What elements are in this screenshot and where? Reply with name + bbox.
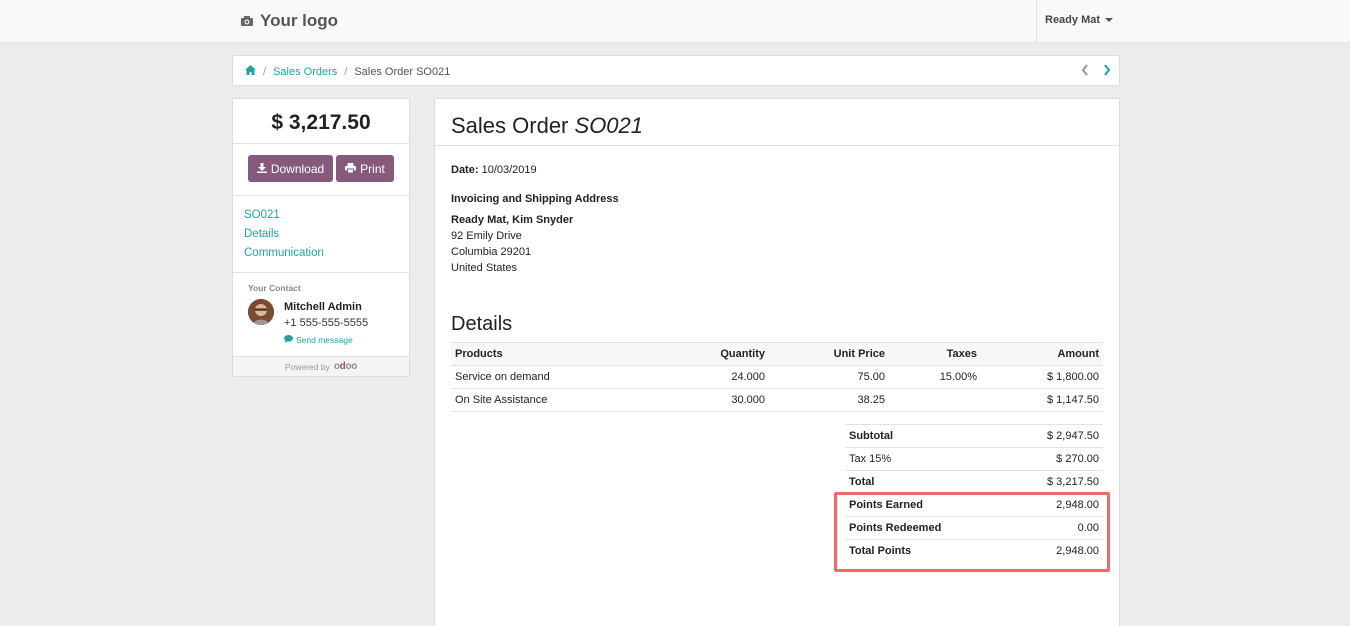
divider	[435, 145, 1119, 146]
company-logo[interactable]: Your logo	[240, 10, 338, 32]
camera-icon	[240, 15, 254, 27]
record-pager	[1081, 64, 1111, 79]
chevron-left-icon[interactable]	[1081, 64, 1089, 79]
totals-label: Total Points	[849, 545, 912, 558]
table-row: Service on demand 24.000 75.00 15.00% $ …	[451, 365, 1103, 389]
points-earned-row: Points Earned 2,948.00	[845, 493, 1103, 517]
divider	[233, 272, 409, 273]
odoo-logo[interactable]: odoo	[334, 361, 358, 372]
breadcrumb-separator: /	[344, 65, 348, 78]
product-cell: Service on demand	[451, 365, 691, 389]
print-button[interactable]: Print	[336, 155, 394, 182]
breadcrumb-sales-orders[interactable]: Sales Orders	[273, 66, 337, 78]
product-cell: On Site Assistance	[451, 388, 691, 412]
address-line: 92 Emily Drive	[451, 230, 522, 242]
order-sidebar: $ 3,217.50 Download Print SO021 Details …	[232, 98, 410, 377]
divider	[233, 143, 409, 144]
amount-cell: $ 1,147.50	[981, 388, 1103, 412]
caret-down-icon	[1105, 18, 1114, 22]
date-label: Date:	[451, 164, 479, 176]
user-menu[interactable]: Ready Mat	[1045, 14, 1114, 26]
quantity-cell: 24.000	[691, 365, 769, 389]
order-total-amount: $ 3,217.50	[271, 111, 371, 134]
total-row: Total $ 3,217.50	[845, 470, 1103, 494]
breadcrumb: / Sales Orders / Sales Order SO021	[232, 55, 1120, 86]
contact-section-title: Your Contact	[248, 283, 301, 293]
table-header-row: Products Quantity Unit Price Taxes Amoun…	[451, 342, 1103, 366]
comment-icon	[284, 335, 293, 345]
column-header: Unit Price	[769, 342, 889, 366]
download-icon	[256, 162, 267, 176]
column-header: Amount	[981, 342, 1103, 366]
nav-link-details[interactable]: Details	[244, 227, 324, 242]
avatar	[248, 299, 274, 325]
address-block: Ready Mat, Kim Snyder 92 Emily Drive Col…	[451, 212, 573, 276]
order-lines-table: Products Quantity Unit Price Taxes Amoun…	[451, 342, 1103, 412]
chevron-right-icon[interactable]	[1103, 64, 1111, 79]
page-title: Sales Order SO021	[451, 113, 643, 139]
quantity-cell: 30.000	[691, 388, 769, 412]
column-header: Quantity	[691, 342, 769, 366]
totals-label: Tax 15%	[845, 447, 1007, 471]
unit-price-cell: 38.25	[769, 388, 889, 412]
page-title-label: Sales Order	[451, 113, 569, 138]
totals-value: $ 270.00	[1006, 447, 1103, 471]
send-message-label: Send message	[296, 335, 353, 345]
points-redeemed-row: Points Redeemed 0.00	[845, 516, 1103, 540]
download-label: Download	[270, 161, 325, 176]
send-message-link[interactable]: Send message	[284, 335, 353, 345]
totals-label: Subtotal	[849, 430, 893, 442]
totals-value: $ 3,217.50	[1006, 470, 1103, 494]
nav-link-communication[interactable]: Communication	[244, 246, 324, 261]
tax-row: Tax 15% $ 270.00	[845, 447, 1103, 471]
totals-label: Points Redeemed	[849, 522, 942, 534]
details-heading: Details	[451, 313, 513, 335]
unit-price-cell: 75.00	[769, 365, 889, 389]
contact-phone: +1 555-555-5555	[284, 317, 369, 329]
breadcrumb-current: Sales Order SO021	[354, 65, 451, 78]
home-icon[interactable]	[245, 65, 256, 78]
print-label: Print	[360, 161, 385, 176]
subtotal-row: Subtotal $ 2,947.50	[845, 424, 1103, 448]
address-name: Ready Mat, Kim Snyder	[451, 214, 574, 226]
logo-text: Your logo	[260, 11, 339, 30]
totals-value: 2,948.00	[1006, 493, 1103, 517]
contact-name: Mitchell Admin	[284, 301, 362, 313]
amount-cell: $ 1,800.00	[981, 365, 1103, 389]
totals-table: Subtotal $ 2,947.50 Tax 15% $ 270.00 Tot…	[845, 424, 1103, 563]
column-header: Products	[451, 342, 691, 366]
column-header: Taxes	[889, 342, 981, 366]
order-number: SO021	[574, 113, 644, 138]
totals-value: 2,948.00	[1006, 539, 1103, 563]
order-document: Sales Order SO021 Date: 10/03/2019 Invoi…	[434, 98, 1120, 626]
table-row: On Site Assistance 30.000 38.25 $ 1,147.…	[451, 388, 1103, 412]
totals-value: 0.00	[1006, 516, 1103, 540]
totals-label: Points Earned	[849, 499, 923, 511]
breadcrumb-separator: /	[263, 65, 267, 78]
address-line: Columbia 29201	[451, 246, 532, 258]
divider	[233, 195, 409, 196]
order-date: Date: 10/03/2019	[451, 164, 537, 176]
address-line: United States	[451, 262, 518, 274]
date-value: 10/03/2019	[481, 164, 537, 176]
print-icon	[345, 162, 357, 176]
download-button[interactable]: Download	[248, 155, 333, 182]
total-points-row: Total Points 2,948.00	[845, 539, 1103, 563]
navbar-divider	[1036, 0, 1037, 42]
user-name: Ready Mat	[1045, 14, 1101, 26]
nav-link-so021[interactable]: SO021	[244, 208, 324, 223]
totals-label: Total	[849, 476, 875, 488]
powered-by-text: Powered by	[284, 361, 330, 372]
section-nav: SO021 Details Communication	[244, 208, 324, 261]
top-navbar: Your logo Ready Mat	[0, 0, 1350, 43]
taxes-cell	[889, 388, 981, 412]
totals-value: $ 2,947.50	[1006, 424, 1103, 448]
powered-by-footer: Powered by odoo	[233, 356, 409, 376]
taxes-cell: 15.00%	[889, 365, 981, 389]
address-title: Invoicing and Shipping Address	[451, 193, 619, 205]
